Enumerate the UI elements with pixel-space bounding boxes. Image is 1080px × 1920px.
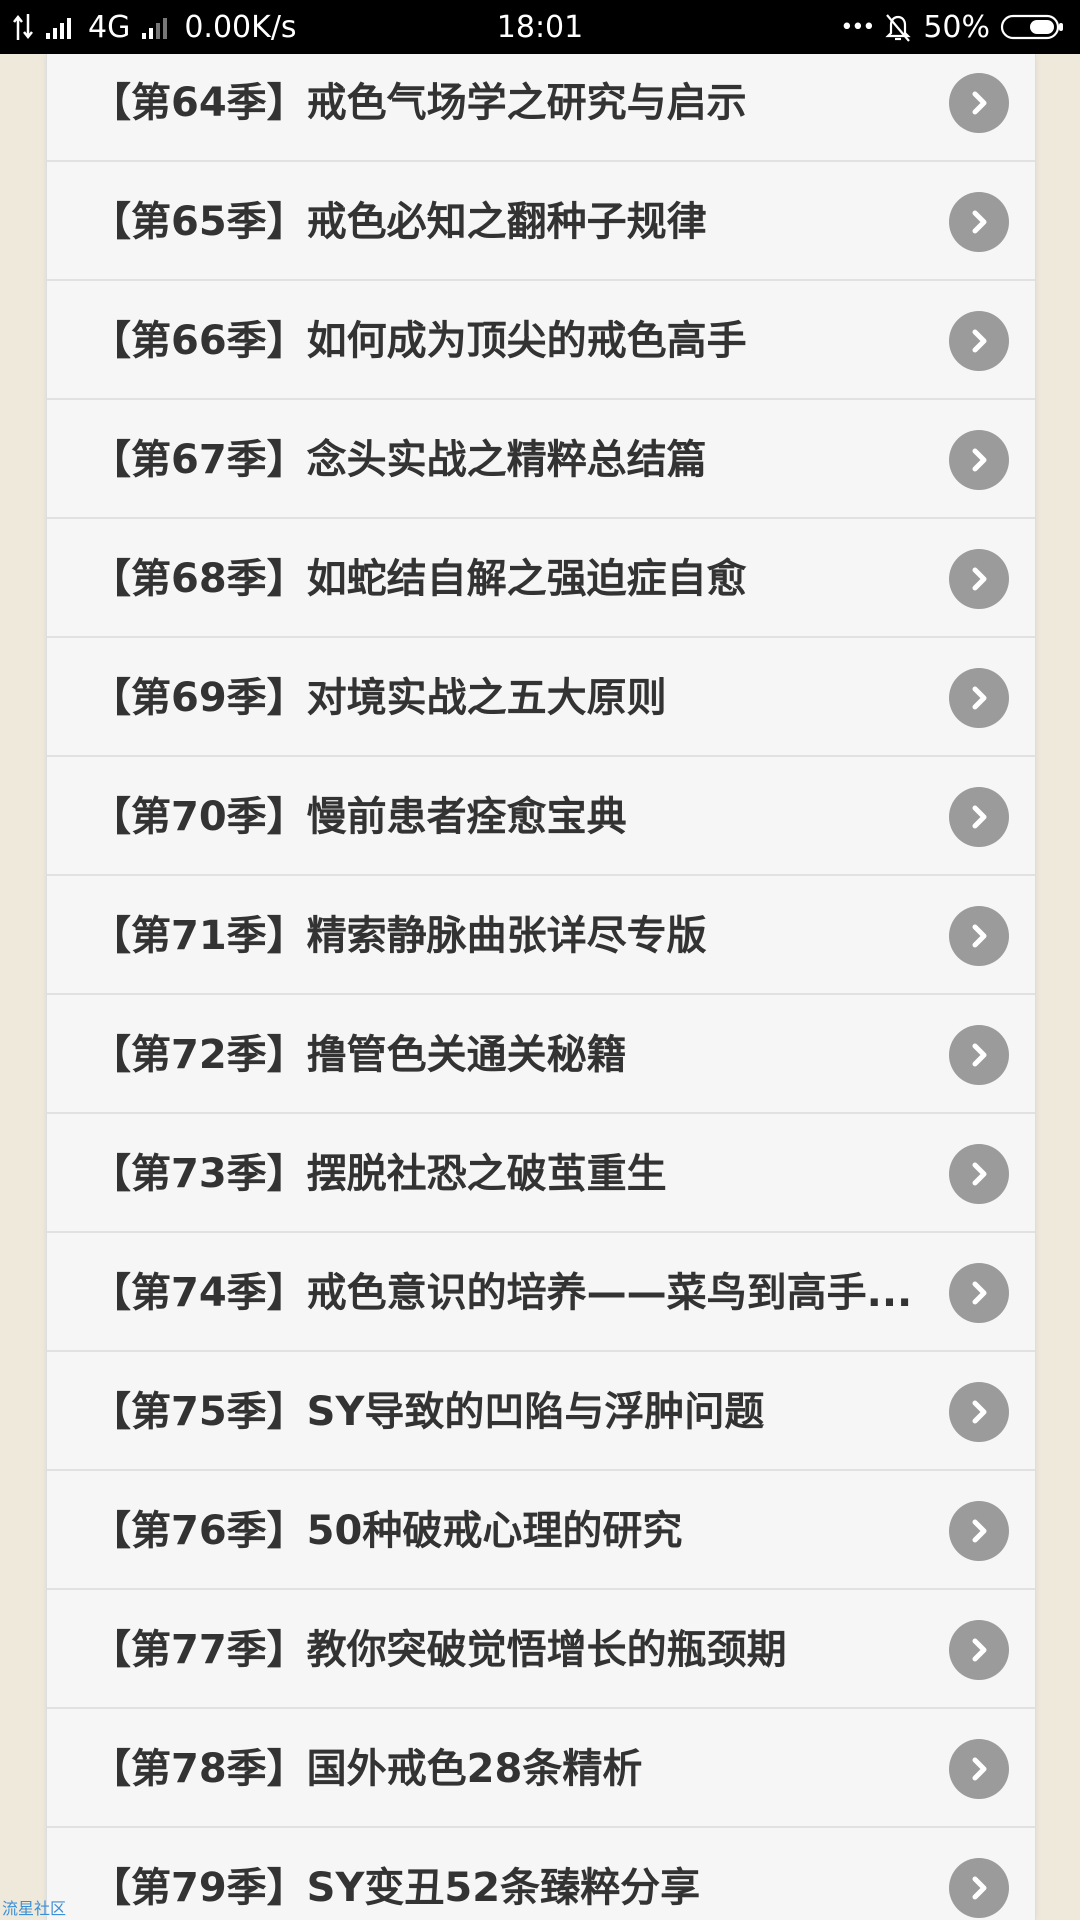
list-item[interactable]: 【第67季】念头实战之精粹总结篇 <box>47 401 1035 519</box>
chevron-right-icon[interactable] <box>949 73 1009 133</box>
list-item[interactable]: 【第78季】国外戒色28条精析 <box>47 1710 1035 1828</box>
list-item-title: 【第77季】教你突破觉悟增长的瓶颈期 <box>91 1627 787 1673</box>
chevron-right-icon[interactable] <box>949 430 1009 490</box>
list-item-title: 【第68季】如蛇结自解之强迫症自愈 <box>91 556 747 602</box>
list-item[interactable]: 【第66季】如何成为顶尖的戒色高手 <box>47 282 1035 400</box>
list-item-title: 【第75季】SY导致的凹陷与浮肿问题 <box>91 1389 765 1435</box>
mute-bell-icon <box>883 11 913 43</box>
watermark: 流星社区 <box>2 1899 67 1918</box>
signal-icon <box>140 15 174 39</box>
list-item-title: 【第67季】念头实战之精粹总结篇 <box>91 437 707 483</box>
list-item[interactable]: 【第76季】50种破戒心理的研究 <box>47 1472 1035 1590</box>
chevron-right-icon[interactable] <box>949 1501 1009 1561</box>
list-item[interactable]: 【第72季】撸管色关通关秘籍 <box>47 996 1035 1114</box>
status-bar: 4G 0.00K/s 18:01 ••• 50% <box>0 0 1080 54</box>
list-item[interactable]: 【第64季】戒色气场学之研究与启示 <box>47 54 1035 162</box>
more-icon: ••• <box>840 14 875 40</box>
status-left: 4G 0.00K/s <box>12 0 297 54</box>
list-item[interactable]: 【第77季】教你突破觉悟增长的瓶颈期 <box>47 1591 1035 1709</box>
chevron-right-icon[interactable] <box>949 906 1009 966</box>
list-item-title: 【第76季】50种破戒心理的研究 <box>91 1508 683 1554</box>
battery-icon <box>1000 13 1066 41</box>
chevron-right-icon[interactable] <box>949 668 1009 728</box>
list-item-title: 【第70季】慢前患者痊愈宝典 <box>91 794 627 840</box>
list-item-title: 【第64季】戒色气场学之研究与启示 <box>91 80 747 126</box>
list-item-title: 【第74季】戒色意识的培养——菜鸟到高手... <box>91 1270 913 1316</box>
chevron-right-icon[interactable] <box>949 1620 1009 1680</box>
network-speed: 0.00K/s <box>184 9 297 45</box>
season-list: 【第64季】戒色气场学之研究与启示 【第65季】戒色必知之翻种子规律 【第66季】如… <box>46 54 1036 1920</box>
list-item-title: 【第69季】对境实战之五大原则 <box>91 675 667 721</box>
list-item[interactable]: 【第65季】戒色必知之翻种子规律 <box>47 163 1035 281</box>
list-item[interactable]: 【第73季】摆脱社恐之破茧重生 <box>47 1115 1035 1233</box>
list-item[interactable]: 【第71季】精索静脉曲张详尽专版 <box>47 877 1035 995</box>
list-item-title: 【第73季】摆脱社恐之破茧重生 <box>91 1151 667 1197</box>
signal-icon <box>44 15 78 39</box>
chevron-right-icon[interactable] <box>949 1858 1009 1918</box>
status-time: 18:01 <box>496 9 584 45</box>
list-item[interactable]: 【第69季】对境实战之五大原则 <box>47 639 1035 757</box>
list-item-title: 【第72季】撸管色关通关秘籍 <box>91 1032 627 1078</box>
list-item[interactable]: 【第70季】慢前患者痊愈宝典 <box>47 758 1035 876</box>
list-item-title: 【第78季】国外戒色28条精析 <box>91 1746 643 1792</box>
chevron-right-icon[interactable] <box>949 1739 1009 1799</box>
network-type: 4G <box>88 9 131 45</box>
chevron-right-icon[interactable] <box>949 1263 1009 1323</box>
chevron-right-icon[interactable] <box>949 787 1009 847</box>
list-item-title: 【第66季】如何成为顶尖的戒色高手 <box>91 318 747 364</box>
status-right: ••• 50% <box>840 0 1066 54</box>
list-item-title: 【第79季】SY变丑52条臻粹分享 <box>91 1865 701 1911</box>
list-item[interactable]: 【第75季】SY导致的凹陷与浮肿问题 <box>47 1353 1035 1471</box>
chevron-right-icon[interactable] <box>949 1144 1009 1204</box>
chevron-right-icon[interactable] <box>949 311 1009 371</box>
list-item[interactable]: 【第68季】如蛇结自解之强迫症自愈 <box>47 520 1035 638</box>
data-transfer-icon <box>12 12 34 42</box>
list-item-title: 【第71季】精索静脉曲张详尽专版 <box>91 913 707 959</box>
chevron-right-icon[interactable] <box>949 549 1009 609</box>
list-item[interactable]: 【第74季】戒色意识的培养——菜鸟到高手... <box>47 1234 1035 1352</box>
list-item[interactable]: 【第79季】SY变丑52条臻粹分享 <box>47 1829 1035 1920</box>
chevron-right-icon[interactable] <box>949 1025 1009 1085</box>
chevron-right-icon[interactable] <box>949 1382 1009 1442</box>
list-item-title: 【第65季】戒色必知之翻种子规律 <box>91 199 707 245</box>
battery-percent: 50% <box>923 9 990 45</box>
chevron-right-icon[interactable] <box>949 192 1009 252</box>
